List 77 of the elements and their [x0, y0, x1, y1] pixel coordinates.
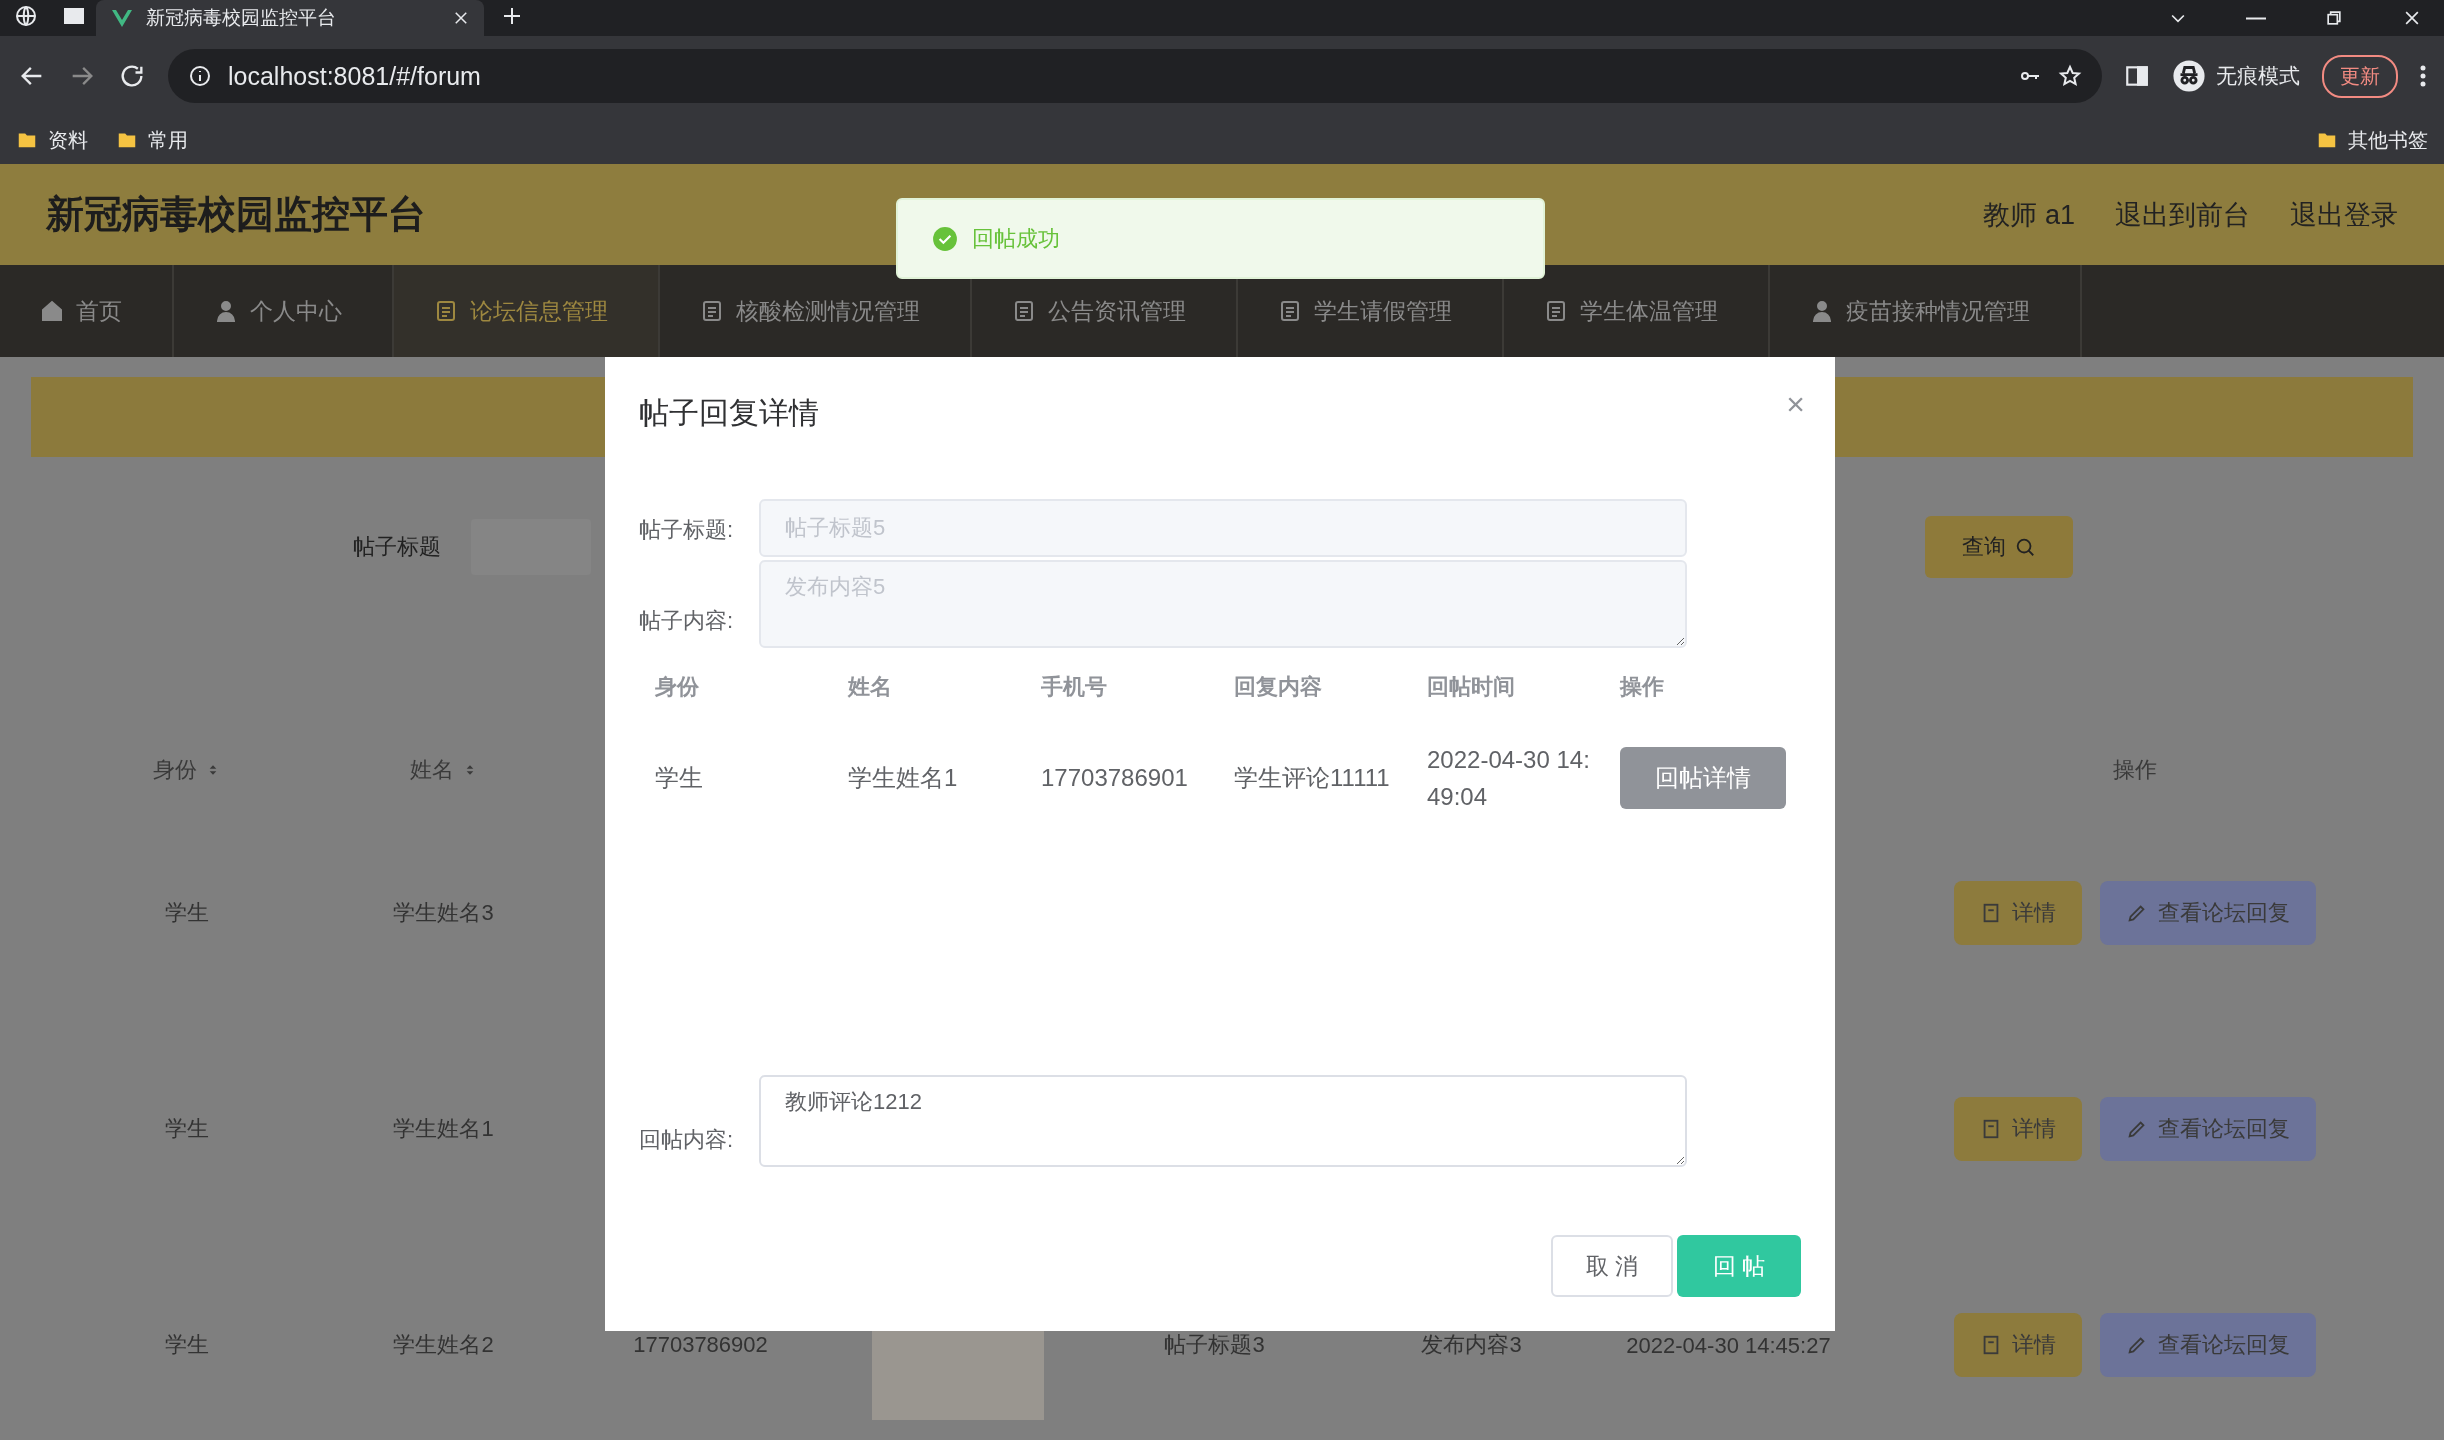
search-icon — [2014, 536, 2036, 558]
reply-detail-button[interactable]: 回帖详情 — [1620, 747, 1786, 809]
input-field[interactable]: 教师评论1212 — [759, 1075, 1687, 1167]
app-title: 新冠病毒校园监控平台 — [46, 192, 426, 237]
table-cell-text: 学生姓名1 — [393, 1115, 494, 1143]
column-header: 手机号 — [1041, 673, 1108, 701]
header-link[interactable]: 退出登录 — [2290, 196, 2398, 233]
detail-button[interactable]: 详情 — [1954, 881, 2082, 945]
table-cell-text: 学生姓名2 — [393, 1331, 494, 1359]
search-label: 帖子标题 — [353, 533, 441, 561]
other-bookmarks[interactable]: 其他书签 — [2348, 126, 2428, 154]
address-bar[interactable]: localhost:8081/#/forum — [168, 49, 2102, 103]
table-cell-text: 学生 — [164, 1331, 209, 1359]
star-icon — [2058, 64, 2082, 88]
table-cell-text: 学生 — [164, 899, 209, 927]
close-button[interactable]: × — [1786, 385, 1805, 423]
minimize-icon — [2246, 16, 2266, 20]
column-header: 回帖时间 — [1427, 673, 1516, 701]
sidebar-icon — [2124, 63, 2150, 89]
nav-item[interactable]: 首页 — [0, 265, 174, 357]
field-label: 回帖内容: — [639, 1126, 735, 1154]
view-replies-button[interactable]: 查看论坛回复 — [2100, 1313, 2316, 1377]
bookmark[interactable]: 常用 — [148, 126, 188, 154]
user-label: 教师 a1 — [1983, 198, 2075, 232]
pencil-icon — [2126, 1118, 2148, 1140]
query-button[interactable]: 查询 — [1925, 516, 2073, 578]
view-replies-button[interactable]: 查看论坛回复 — [2100, 1097, 2316, 1161]
document-icon — [1012, 299, 1036, 323]
table-cell-text: 学生评论11111 — [1234, 763, 1391, 794]
incognito-icon — [2172, 59, 2206, 93]
column-header: 姓名 — [848, 673, 893, 701]
globe-icon — [14, 3, 38, 28]
detail-button[interactable]: 详情 — [1954, 1313, 2082, 1377]
column-header: 身份 — [655, 673, 700, 701]
column-header[interactable]: 身份 — [152, 735, 221, 805]
table-cell-text: 学生姓名1 — [848, 763, 959, 794]
column-header: 操作 — [1620, 673, 1665, 701]
submit-button[interactable]: 回 帖 — [1677, 1235, 1801, 1297]
table-cell-text: 2022-04-30 14:49:04 — [1427, 744, 1591, 812]
document-icon — [434, 299, 458, 323]
toast-message: 回帖成功 — [972, 224, 1060, 253]
detail-button[interactable]: 详情 — [1954, 1097, 2082, 1161]
home-icon — [40, 299, 64, 323]
column-header: 回复内容 — [1234, 673, 1323, 701]
incognito-label: 无痕模式 — [2216, 63, 2300, 89]
table-cell: 17703786902 — [633, 1332, 768, 1358]
column-header[interactable]: 姓名 — [409, 735, 478, 805]
table-cell-text: 学生 — [164, 1115, 209, 1143]
document-icon — [700, 299, 724, 323]
nav-item[interactable]: 论坛信息管理 — [394, 265, 660, 357]
view-replies-button[interactable]: 查看论坛回复 — [2100, 881, 2316, 945]
table-cell-text: 17703786901 — [1041, 763, 1189, 794]
check-circle-icon — [932, 225, 958, 252]
dialog-title: 帖子回复详情 — [639, 394, 819, 431]
field-label: 帖子内容: — [639, 607, 735, 635]
table-cell-text: 帖子标题3 — [1164, 1331, 1265, 1359]
table-cell-text: 发布内容3 — [1421, 1331, 1522, 1359]
update-button[interactable]: 更新 — [2322, 54, 2398, 98]
bookmark[interactable]: 资料 — [48, 126, 88, 154]
browser-tab[interactable]: 新冠病毒校园监控平台 — [96, 0, 484, 36]
cancel-button[interactable]: 取 消 — [1551, 1235, 1673, 1297]
more-icon[interactable] — [2420, 65, 2426, 87]
document-icon — [1278, 299, 1302, 323]
column-header: 操作 — [2113, 756, 2157, 784]
info-icon — [188, 64, 212, 88]
restore-icon — [2324, 8, 2344, 28]
person-icon — [1810, 299, 1834, 323]
field-label: 帖子标题: — [639, 516, 735, 544]
document-icon — [1544, 299, 1568, 323]
table-cell-text: 学生 — [655, 763, 704, 794]
pencil-icon — [2126, 1334, 2148, 1356]
close-icon — [452, 9, 470, 27]
header-link[interactable]: 退出到前台 — [2115, 196, 2250, 233]
pencil-icon — [2126, 902, 2148, 924]
table-cell-text: 学生姓名3 — [393, 899, 494, 927]
person-icon — [214, 299, 238, 323]
table-cell-text: 2022-04-30 14:45:27 — [1625, 1331, 1832, 1360]
